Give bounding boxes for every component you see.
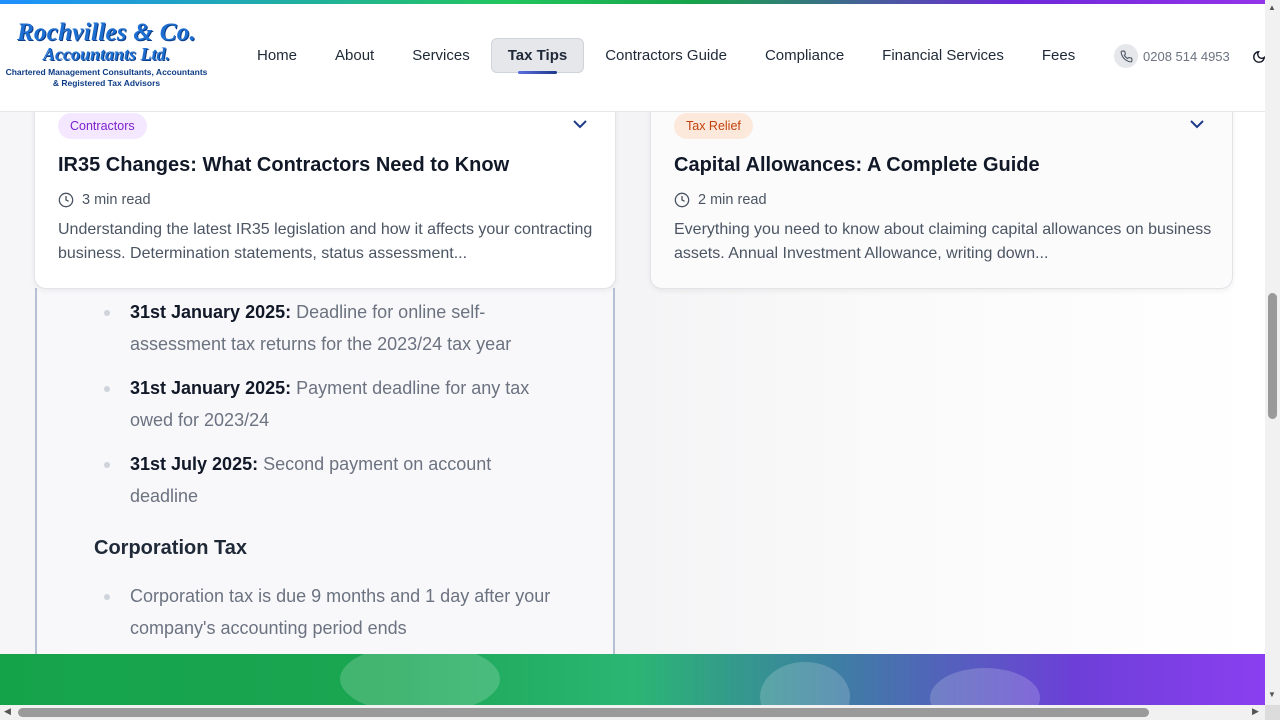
section-heading: Corporation Tax <box>94 537 247 559</box>
clock-icon <box>674 192 690 208</box>
moon-icon[interactable] <box>1252 50 1266 64</box>
phone-number: 0208 514 4953 <box>1143 48 1230 64</box>
scrollbar-corner <box>1265 705 1280 720</box>
article-title[interactable]: IR35 Changes: What Contractors Need to K… <box>58 154 509 177</box>
read-time: 2 min read <box>674 192 767 208</box>
list-item: 31st January 2025: Payment deadline for … <box>94 372 564 436</box>
main-navigation: Home About Services Tax Tips Contractors… <box>240 37 1096 74</box>
nav-contractors-guide[interactable]: Contractors Guide <box>588 38 744 73</box>
article-card-capital-allowances[interactable]: Tax Relief Capital Allowances: A Complet… <box>650 100 1233 289</box>
list-item: 31st January 2025: Deadline for online s… <box>94 296 564 360</box>
expanded-article-content: 31st January 2025: Deadline for online s… <box>35 288 615 668</box>
horizontal-scrollbar[interactable]: ◀ ▶ <box>0 705 1265 720</box>
corporation-tax-list: Corporation tax is due 9 months and 1 da… <box>94 580 564 656</box>
footer-banner <box>0 654 1265 706</box>
logo-tagline-2: & Registered Tax Advisors <box>52 78 161 88</box>
clock-icon <box>58 192 74 208</box>
list-item: Corporation tax is due 9 months and 1 da… <box>94 580 564 644</box>
category-tag: Tax Relief <box>674 113 753 139</box>
scroll-right-icon[interactable]: ▶ <box>1252 706 1259 717</box>
vertical-scroll-thumb[interactable] <box>1268 293 1277 419</box>
phone-link[interactable]: 0208 514 4953 <box>1114 44 1230 68</box>
read-time-label: 2 min read <box>698 192 767 208</box>
list-item-text: Corporation tax is due 9 months and 1 da… <box>130 586 551 638</box>
nav-tax-tips[interactable]: Tax Tips <box>490 38 585 74</box>
read-time: 3 min read <box>58 192 151 208</box>
logo-line-2: Accountants Ltd. <box>42 44 171 64</box>
category-tag: Contractors <box>58 113 147 139</box>
chevron-down-icon[interactable] <box>571 117 589 131</box>
list-item: 31st July 2025: Second payment on accoun… <box>94 448 564 512</box>
article-card-ir35[interactable]: Contractors IR35 Changes: What Contracto… <box>34 100 616 289</box>
logo-line-1: Rochvilles & Co. <box>16 19 197 46</box>
chevron-down-icon[interactable] <box>1188 117 1206 131</box>
scroll-down-icon[interactable]: ▼ <box>1268 690 1276 699</box>
company-logo[interactable]: Rochvilles & Co. Accountants Ltd. Charte… <box>4 19 209 100</box>
scroll-up-icon[interactable]: ▲ <box>1268 3 1276 12</box>
logo-tagline-1: Chartered Management Consultants, Accoun… <box>5 67 208 77</box>
vertical-scrollbar[interactable]: ▲ ▼ <box>1265 0 1280 705</box>
top-accent-strip <box>0 0 1265 4</box>
article-excerpt: Everything you need to know about claimi… <box>674 221 1212 262</box>
nav-about[interactable]: About <box>318 38 391 73</box>
nav-home[interactable]: Home <box>240 38 314 73</box>
site-header: Rochvilles & Co. Accountants Ltd. Charte… <box>0 4 1266 112</box>
deadline-date: 31st January 2025: <box>130 378 292 398</box>
banner-decoration <box>340 654 500 706</box>
deadline-date: 31st January 2025: <box>130 302 292 322</box>
nav-fees[interactable]: Fees <box>1025 38 1092 73</box>
phone-icon <box>1114 44 1138 68</box>
article-title[interactable]: Capital Allowances: A Complete Guide <box>674 154 1040 177</box>
read-time-label: 3 min read <box>82 192 151 208</box>
banner-decoration <box>760 662 850 706</box>
article-excerpt: Understanding the latest IR35 legislatio… <box>58 221 593 262</box>
deadline-date: 31st July 2025: <box>130 454 259 474</box>
nav-services[interactable]: Services <box>395 38 487 73</box>
horizontal-scroll-thumb[interactable] <box>18 708 1149 717</box>
nav-financial-services[interactable]: Financial Services <box>865 38 1021 73</box>
nav-compliance[interactable]: Compliance <box>748 38 861 73</box>
scroll-left-icon[interactable]: ◀ <box>4 706 11 717</box>
deadline-list: 31st January 2025: Deadline for online s… <box>94 296 564 524</box>
banner-decoration <box>930 668 1040 706</box>
